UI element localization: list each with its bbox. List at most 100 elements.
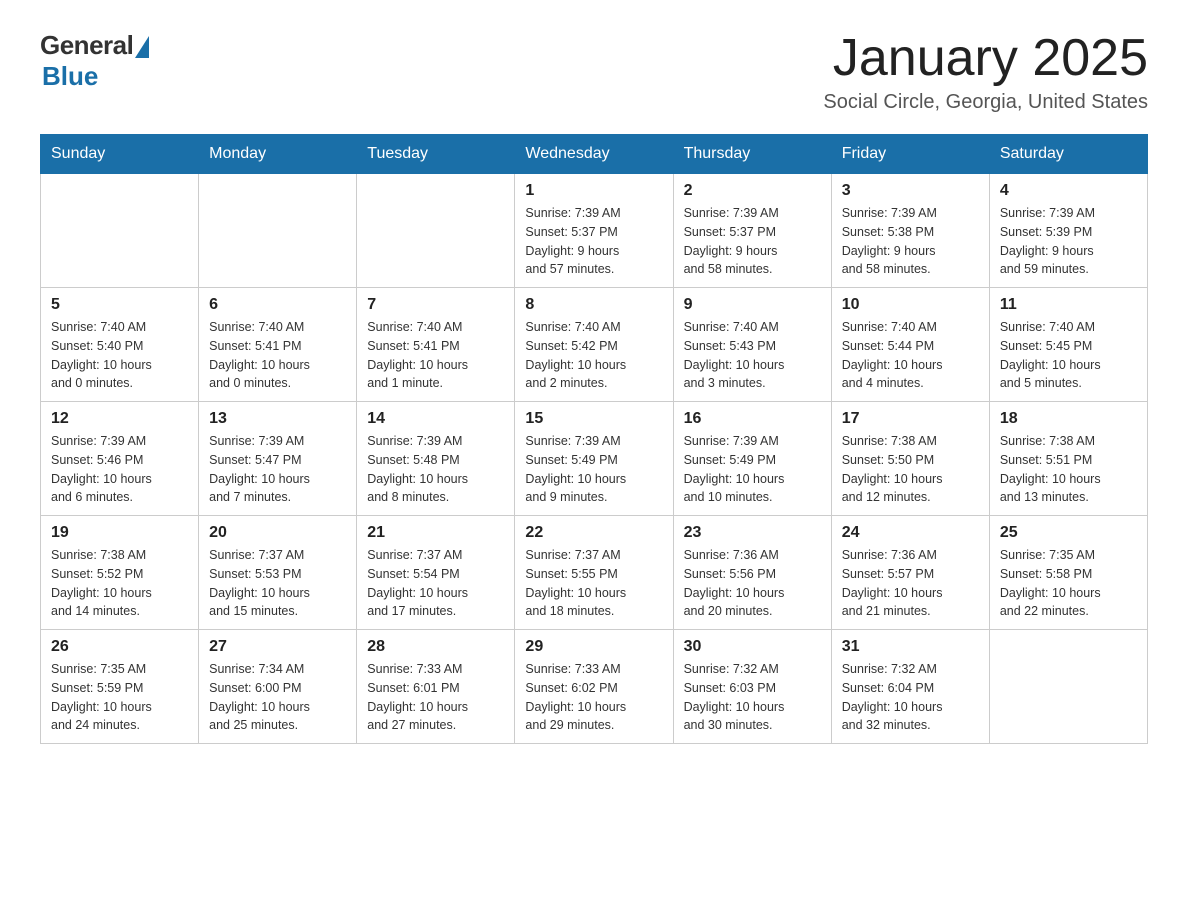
logo-general-text: General (40, 30, 133, 61)
calendar-cell: 28 Sunrise: 7:33 AMSunset: 6:01 PMDayligh… (357, 630, 515, 744)
day-number: 31 (842, 638, 979, 656)
calendar-header-tuesday: Tuesday (357, 135, 515, 174)
day-number: 27 (209, 638, 346, 656)
calendar-cell: 26 Sunrise: 7:35 AMSunset: 5:59 PMDayligh… (41, 630, 199, 744)
day-info: Sunrise: 7:33 AMSunset: 6:01 PMDaylight:… (367, 660, 504, 735)
calendar-table: SundayMondayTuesdayWednesdayThursdayFrid… (40, 134, 1148, 744)
calendar-cell: 14 Sunrise: 7:39 AMSunset: 5:48 PMDayligh… (357, 402, 515, 516)
day-number: 9 (684, 296, 821, 314)
day-info: Sunrise: 7:39 AMSunset: 5:38 PMDaylight:… (842, 204, 979, 279)
calendar-cell: 19 Sunrise: 7:38 AMSunset: 5:52 PMDayligh… (41, 516, 199, 630)
day-number: 16 (684, 410, 821, 428)
day-number: 5 (51, 296, 188, 314)
day-info: Sunrise: 7:37 AMSunset: 5:55 PMDaylight:… (525, 546, 662, 621)
day-number: 12 (51, 410, 188, 428)
calendar-cell: 3Sunrise: 7:39 AMSunset: 5:38 PMDaylight… (831, 174, 989, 288)
day-number: 1 (525, 182, 662, 200)
day-number: 17 (842, 410, 979, 428)
calendar-cell: 9Sunrise: 7:40 AMSunset: 5:43 PMDaylight… (673, 288, 831, 402)
day-number: 10 (842, 296, 979, 314)
day-number: 15 (525, 410, 662, 428)
day-info: Sunrise: 7:38 AMSunset: 5:52 PMDaylight:… (51, 546, 188, 621)
day-info: Sunrise: 7:36 AMSunset: 5:56 PMDaylight:… (684, 546, 821, 621)
calendar-cell (41, 174, 199, 288)
location-text: Social Circle, Georgia, United States (823, 91, 1148, 114)
day-number: 29 (525, 638, 662, 656)
title-section: January 2025 Social Circle, Georgia, Uni… (823, 30, 1148, 114)
day-number: 7 (367, 296, 504, 314)
day-info: Sunrise: 7:35 AMSunset: 5:59 PMDaylight:… (51, 660, 188, 735)
calendar-header-friday: Friday (831, 135, 989, 174)
day-info: Sunrise: 7:37 AMSunset: 5:53 PMDaylight:… (209, 546, 346, 621)
calendar-cell: 17 Sunrise: 7:38 AMSunset: 5:50 PMDayligh… (831, 402, 989, 516)
day-number: 19 (51, 524, 188, 542)
calendar-cell: 1 Sunrise: 7:39 AMSunset: 5:37 PMDaylight… (515, 174, 673, 288)
day-info: Sunrise: 7:40 AMSunset: 5:42 PMDaylight:… (525, 318, 662, 393)
calendar-cell: 12 Sunrise: 7:39 AMSunset: 5:46 PMDayligh… (41, 402, 199, 516)
day-info: Sunrise: 7:40 AMSunset: 5:40 PMDaylight:… (51, 318, 188, 393)
day-number: 23 (684, 524, 821, 542)
calendar-week-row: 12 Sunrise: 7:39 AMSunset: 5:46 PMDayligh… (41, 402, 1148, 516)
day-number: 30 (684, 638, 821, 656)
day-info: Sunrise: 7:36 AMSunset: 5:57 PMDaylight:… (842, 546, 979, 621)
day-number: 21 (367, 524, 504, 542)
day-info: Sunrise: 7:37 AMSunset: 5:54 PMDaylight:… (367, 546, 504, 621)
calendar-cell (989, 630, 1147, 744)
day-info: Sunrise: 7:39 AMSunset: 5:47 PMDaylight:… (209, 432, 346, 507)
day-info: Sunrise: 7:38 AMSunset: 5:51 PMDaylight:… (1000, 432, 1137, 507)
day-number: 25 (1000, 524, 1137, 542)
calendar-header-sunday: Sunday (41, 135, 199, 174)
calendar-cell (199, 174, 357, 288)
day-number: 4 (1000, 182, 1137, 200)
day-number: 26 (51, 638, 188, 656)
calendar-cell (357, 174, 515, 288)
day-info: Sunrise: 7:35 AMSunset: 5:58 PMDaylight:… (1000, 546, 1137, 621)
logo: General Blue (40, 30, 149, 92)
calendar-cell: 20Sunrise: 7:37 AMSunset: 5:53 PMDayligh… (199, 516, 357, 630)
day-info: Sunrise: 7:39 AMSunset: 5:49 PMDaylight:… (684, 432, 821, 507)
day-info: Sunrise: 7:39 AMSunset: 5:48 PMDaylight:… (367, 432, 504, 507)
calendar-cell: 29Sunrise: 7:33 AMSunset: 6:02 PMDayligh… (515, 630, 673, 744)
calendar-cell: 15 Sunrise: 7:39 AMSunset: 5:49 PMDayligh… (515, 402, 673, 516)
day-number: 18 (1000, 410, 1137, 428)
calendar-header-monday: Monday (199, 135, 357, 174)
calendar-cell: 25 Sunrise: 7:35 AMSunset: 5:58 PMDayligh… (989, 516, 1147, 630)
day-number: 28 (367, 638, 504, 656)
calendar-cell: 18 Sunrise: 7:38 AMSunset: 5:51 PMDayligh… (989, 402, 1147, 516)
page-header: General Blue January 2025 Social Circle,… (40, 30, 1148, 114)
logo-triangle-icon (135, 36, 149, 58)
calendar-week-row: 19 Sunrise: 7:38 AMSunset: 5:52 PMDayligh… (41, 516, 1148, 630)
calendar-cell: 13 Sunrise: 7:39 AMSunset: 5:47 PMDayligh… (199, 402, 357, 516)
day-info: Sunrise: 7:39 AMSunset: 5:39 PMDaylight:… (1000, 204, 1137, 279)
day-number: 13 (209, 410, 346, 428)
day-number: 14 (367, 410, 504, 428)
day-info: Sunrise: 7:39 AMSunset: 5:46 PMDaylight:… (51, 432, 188, 507)
day-number: 11 (1000, 296, 1137, 314)
day-number: 2 (684, 182, 821, 200)
month-title: January 2025 (823, 30, 1148, 87)
day-info: Sunrise: 7:38 AMSunset: 5:50 PMDaylight:… (842, 432, 979, 507)
day-info: Sunrise: 7:32 AMSunset: 6:03 PMDaylight:… (684, 660, 821, 735)
day-info: Sunrise: 7:40 AMSunset: 5:45 PMDaylight:… (1000, 318, 1137, 393)
calendar-cell: 27 Sunrise: 7:34 AMSunset: 6:00 PMDayligh… (199, 630, 357, 744)
calendar-cell: 11 Sunrise: 7:40 AMSunset: 5:45 PMDayligh… (989, 288, 1147, 402)
day-info: Sunrise: 7:40 AMSunset: 5:41 PMDaylight:… (209, 318, 346, 393)
day-info: Sunrise: 7:40 AMSunset: 5:44 PMDaylight:… (842, 318, 979, 393)
calendar-cell: 21 Sunrise: 7:37 AMSunset: 5:54 PMDayligh… (357, 516, 515, 630)
day-number: 22 (525, 524, 662, 542)
day-info: Sunrise: 7:39 AMSunset: 5:37 PMDaylight:… (525, 204, 662, 279)
day-info: Sunrise: 7:39 AMSunset: 5:49 PMDaylight:… (525, 432, 662, 507)
calendar-cell: 16 Sunrise: 7:39 AMSunset: 5:49 PMDayligh… (673, 402, 831, 516)
calendar-cell: 7Sunrise: 7:40 AMSunset: 5:41 PMDaylight… (357, 288, 515, 402)
calendar-header-saturday: Saturday (989, 135, 1147, 174)
calendar-cell: 5 Sunrise: 7:40 AMSunset: 5:40 PMDaylight… (41, 288, 199, 402)
calendar-week-row: 5 Sunrise: 7:40 AMSunset: 5:40 PMDaylight… (41, 288, 1148, 402)
logo-blue-text: Blue (42, 61, 98, 92)
day-info: Sunrise: 7:34 AMSunset: 6:00 PMDaylight:… (209, 660, 346, 735)
calendar-cell: 31Sunrise: 7:32 AMSunset: 6:04 PMDayligh… (831, 630, 989, 744)
day-info: Sunrise: 7:39 AMSunset: 5:37 PMDaylight:… (684, 204, 821, 279)
calendar-cell: 24Sunrise: 7:36 AMSunset: 5:57 PMDayligh… (831, 516, 989, 630)
calendar-header-thursday: Thursday (673, 135, 831, 174)
calendar-cell: 4 Sunrise: 7:39 AMSunset: 5:39 PMDaylight… (989, 174, 1147, 288)
calendar-week-row: 1 Sunrise: 7:39 AMSunset: 5:37 PMDaylight… (41, 174, 1148, 288)
